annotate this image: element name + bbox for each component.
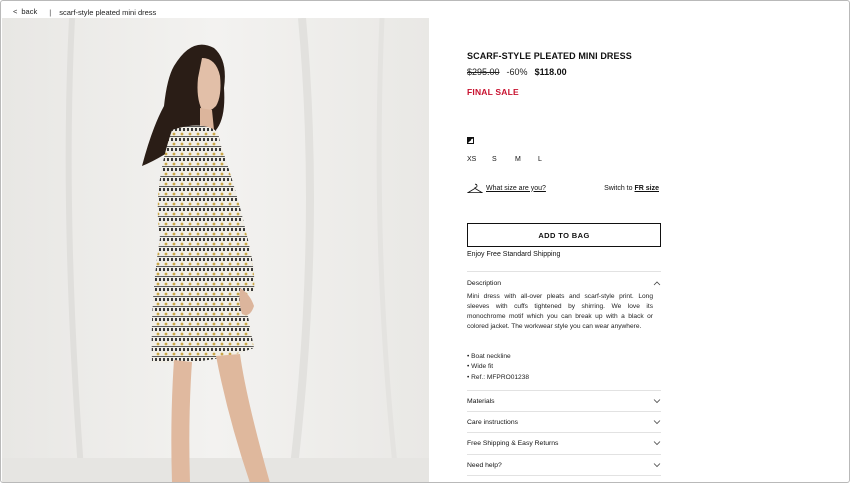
product-image[interactable] [2,18,429,482]
bullet-item: • Wide fit [467,363,494,371]
chevron-left-icon: < [13,6,18,16]
divider [467,271,661,272]
product-title: SCARF-STYLE PLEATED MINI DRESS [467,51,632,61]
hanger-icon [467,183,483,193]
size-system-switch: Switch to FR size [604,185,659,192]
add-to-bag-button[interactable]: ADD TO BAG [467,223,661,247]
description-bullets: • Boat neckline • Wide fit • Ref.: MFPRO… [467,352,529,383]
bullet-item: • Boat neckline [467,353,511,360]
breadcrumb-current: scarf-style pleated mini dress [59,7,157,17]
accordion-description[interactable]: Description [467,277,661,289]
what-size-link[interactable]: What size are you? [486,185,546,192]
size-selector: XS S M L [467,156,542,163]
shipping-note: Enjoy Free Standard Shipping [467,251,561,258]
size-option-m[interactable]: M [515,156,538,163]
color-swatch[interactable] [467,137,474,144]
breadcrumb: < back | scarf-style pleated mini dress [13,6,157,23]
accordion-help[interactable]: Need help? [467,459,661,471]
size-option-s[interactable]: S [492,156,515,163]
chevron-down-icon [653,441,661,446]
sale-price: $118.00 [534,67,567,77]
discount-badge: -60% [506,67,528,77]
product-info: SCARF-STYLE PLEATED MINI DRESS $295.00 -… [467,51,661,476]
accordion-help-label: Need help? [467,461,502,469]
accordion-materials[interactable]: Materials [467,395,661,407]
accordion-description-label: Description [467,279,501,287]
price-row: $295.00 -60% $118.00 [467,67,661,77]
switch-prefix: Switch to [604,184,633,192]
accordion-care[interactable]: Care instructions [467,416,661,428]
product-page: < back | scarf-style pleated mini dress [0,0,850,483]
breadcrumb-separator: | [49,7,52,17]
fr-size-link[interactable]: FR size [634,185,659,192]
chevron-up-icon [653,281,661,286]
divider [467,432,661,433]
accordion-shipping-label: Free Shipping & Easy Returns [467,439,559,447]
divider [467,454,661,455]
final-sale-label: FINAL SALE [467,87,519,97]
accordion-materials-label: Materials [467,397,495,405]
size-option-l[interactable]: L [538,156,542,163]
size-guide-row: What size are you? Switch to FR size [467,182,661,194]
accordion-care-label: Care instructions [467,418,518,426]
divider [467,475,661,476]
back-link[interactable]: < back [13,6,38,23]
accordion-shipping[interactable]: Free Shipping & Easy Returns [467,437,661,449]
chevron-down-icon [653,420,661,425]
chevron-down-icon [653,463,661,468]
divider [467,411,661,412]
bullet-item: • Ref.: MFPRO01238 [467,373,530,381]
divider [467,390,661,391]
chevron-down-icon [653,399,661,404]
model-photo [2,18,429,482]
size-option-xs[interactable]: XS [467,156,492,163]
back-label: back [21,6,38,16]
original-price: $295.00 [467,67,500,77]
description-text: Mini dress with all-over pleats and scar… [467,293,653,331]
